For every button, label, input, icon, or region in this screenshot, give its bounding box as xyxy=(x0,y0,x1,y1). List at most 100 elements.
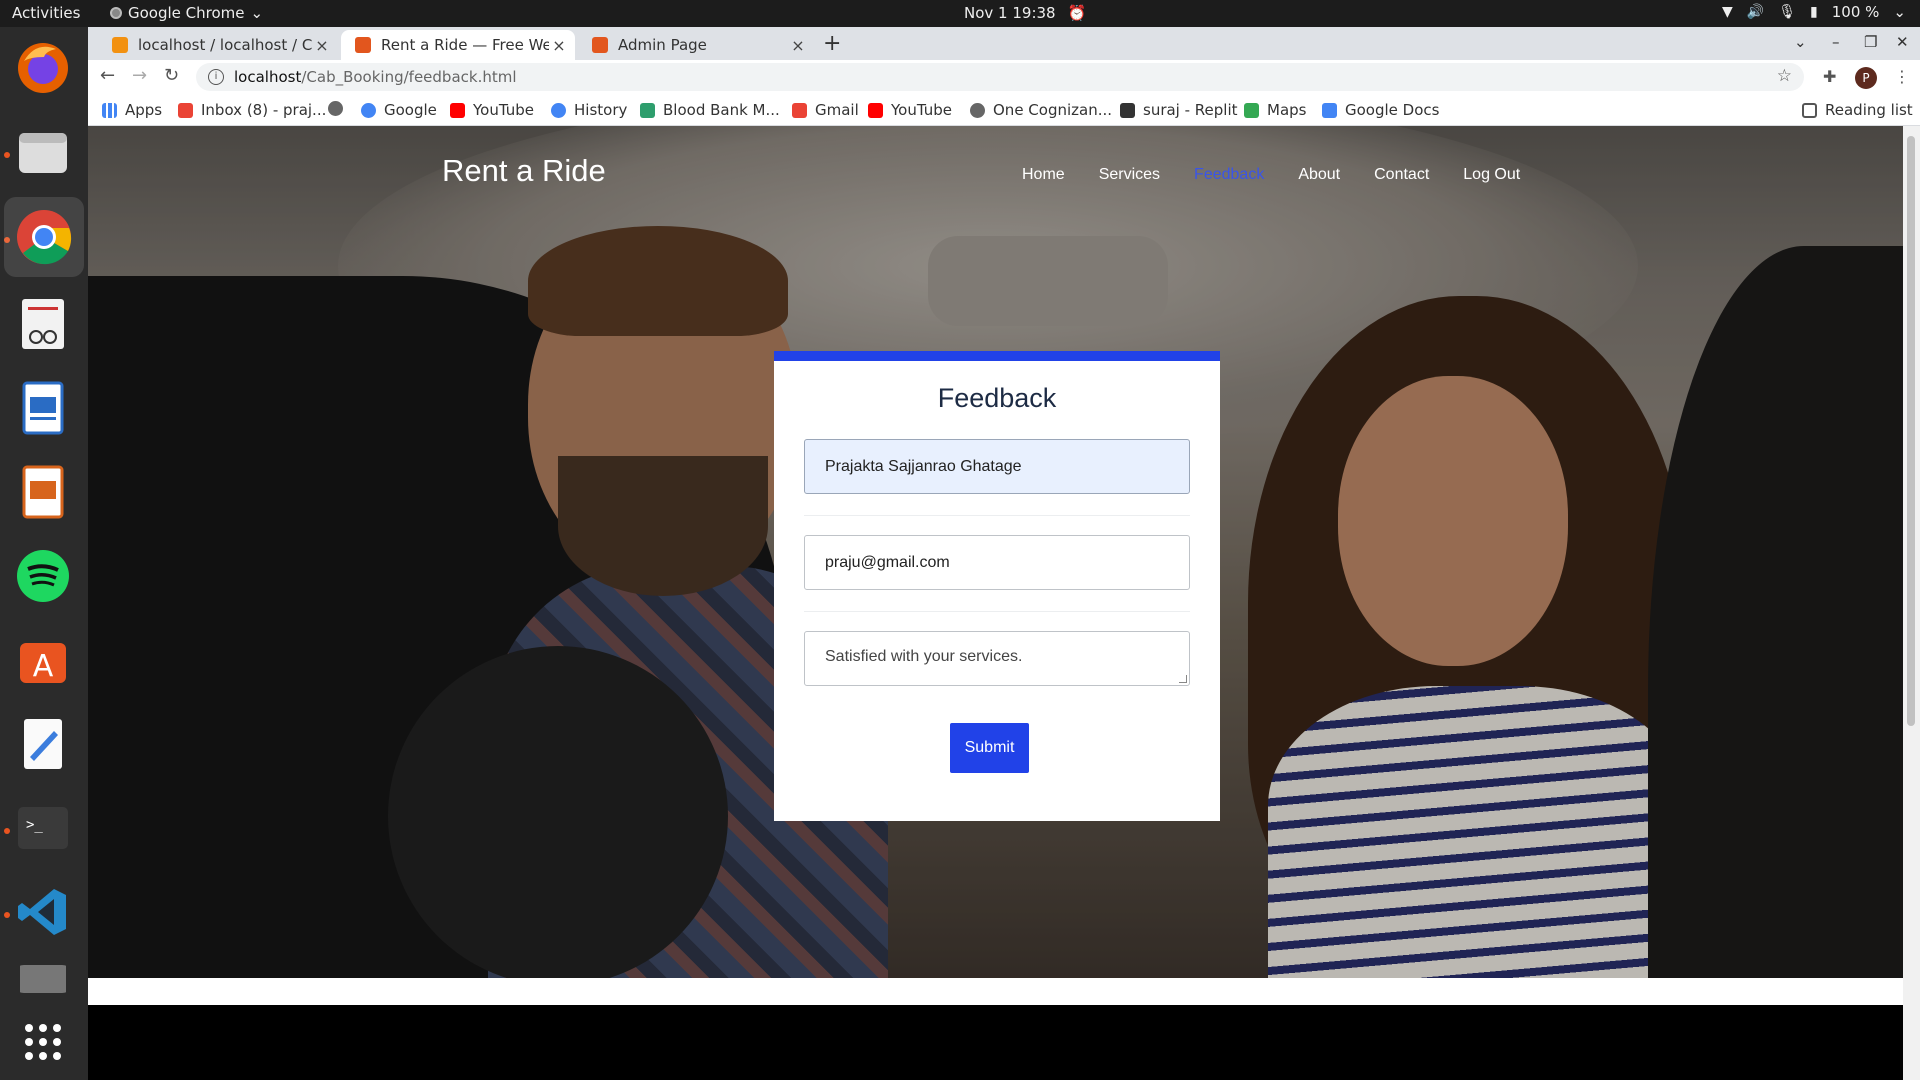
reading-list-label: Reading list xyxy=(1825,101,1913,119)
close-tab-icon[interactable]: × xyxy=(788,36,808,55)
address-bar[interactable]: i localhost/Cab_Booking/feedback.html ☆ xyxy=(196,63,1804,91)
bookmark-youtube-2[interactable]: YouTube xyxy=(868,101,952,119)
nav-contact[interactable]: Contact xyxy=(1374,166,1429,184)
globe-icon xyxy=(328,101,343,116)
bookmark-youtube[interactable]: YouTube xyxy=(450,101,534,119)
clock[interactable]: Nov 1 19:38 ⏰ xyxy=(964,4,1086,22)
page-viewport: Rent a Ride Home Services Feedback About… xyxy=(88,126,1903,1080)
system-top-bar: Activities Google Chrome ⌄ Nov 1 19:38 ⏰… xyxy=(0,0,1920,27)
activities-button[interactable]: Activities xyxy=(12,4,80,22)
chevron-down-icon: ⌄ xyxy=(250,4,264,22)
tab-title: localhost / localhost / Cab xyxy=(138,36,312,54)
system-tray[interactable]: ▼ 🔊 🎙 ▮ 100 % ⌄ xyxy=(1722,3,1906,21)
tab-search-icon[interactable]: ⌄ xyxy=(1794,33,1807,51)
bookmark-blood-bank[interactable]: Blood Bank M... xyxy=(640,101,780,119)
nav-log-out[interactable]: Log Out xyxy=(1463,166,1520,184)
reading-list-icon xyxy=(1802,102,1817,118)
bookmark-label: Inbox (8) - praj... xyxy=(201,101,327,119)
partial-dock-icon[interactable] xyxy=(12,965,74,993)
submit-button[interactable]: Submit xyxy=(950,723,1029,773)
bookmark-cognizant[interactable]: One Cognizan... xyxy=(970,101,1112,119)
bookmark-google-docs[interactable]: Google Docs xyxy=(1322,101,1439,119)
name-field[interactable]: Prajakta Sajjanrao Ghatage xyxy=(804,439,1190,494)
bookmark-label: Maps xyxy=(1267,101,1307,119)
app-menu-label: Google Chrome xyxy=(128,4,245,22)
bookmark-label: History xyxy=(574,101,628,119)
extensions-icon[interactable]: ✚ xyxy=(1823,67,1836,86)
svg-text:>_: >_ xyxy=(26,817,43,833)
bookmark-gmail[interactable]: Gmail xyxy=(792,101,859,119)
divider xyxy=(804,515,1190,516)
new-tab-button[interactable]: + xyxy=(823,31,841,56)
app-menu[interactable]: Google Chrome ⌄ xyxy=(110,4,263,22)
menu-kebab-icon[interactable]: ⋮ xyxy=(1894,67,1910,86)
maps-icon xyxy=(1244,102,1259,118)
bookmark-label: Gmail xyxy=(815,101,859,119)
bookmark-history[interactable]: History xyxy=(551,101,627,119)
tab-phpmyadmin[interactable]: localhost / localhost / Cab × xyxy=(98,30,338,60)
nav-about[interactable]: About xyxy=(1298,166,1340,184)
history-icon xyxy=(551,102,566,118)
terminal-dock-icon[interactable]: >_ xyxy=(12,797,74,859)
document-viewer-dock-icon[interactable] xyxy=(12,293,74,355)
minimize-icon[interactable]: – xyxy=(1832,33,1840,51)
reload-icon[interactable]: ↻ xyxy=(164,65,179,86)
tab-rent-a-ride[interactable]: Rent a Ride — Free Websi × xyxy=(341,30,575,60)
chrome-dock-icon[interactable] xyxy=(4,197,84,277)
reading-list-button[interactable]: Reading list xyxy=(1802,101,1913,119)
bookmark-inbox[interactable]: Inbox (8) - praj... xyxy=(178,101,326,119)
bookmark-star-icon[interactable]: ☆ xyxy=(1777,66,1792,86)
nav-home[interactable]: Home xyxy=(1022,166,1065,184)
bookmark-maps[interactable]: Maps xyxy=(1244,101,1306,119)
site-nav: Home Services Feedback About Contact Log… xyxy=(1022,166,1520,184)
close-window-icon[interactable]: ✕ xyxy=(1896,33,1909,51)
bookmark-apps[interactable]: Apps xyxy=(102,101,162,119)
microphone-icon: 🎙 xyxy=(1778,4,1797,20)
nav-feedback[interactable]: Feedback xyxy=(1194,166,1264,184)
scrollbar-thumb[interactable] xyxy=(1907,136,1915,726)
bloodbank-icon xyxy=(640,102,655,118)
forward-icon[interactable]: → xyxy=(132,65,147,86)
firefox-dock-icon[interactable] xyxy=(12,37,74,99)
profile-avatar[interactable]: P xyxy=(1855,67,1877,89)
files-dock-icon[interactable] xyxy=(12,121,74,183)
show-applications-icon[interactable] xyxy=(12,1011,74,1073)
bookmark-globe[interactable] xyxy=(328,101,351,116)
bookmark-label: suraj - Replit xyxy=(1143,101,1238,119)
bookmark-label: YouTube xyxy=(473,101,534,119)
nav-services[interactable]: Services xyxy=(1099,166,1160,184)
software-center-dock-icon[interactable]: A xyxy=(12,629,74,691)
message-textarea[interactable]: Satisfied with your services. xyxy=(804,631,1190,686)
bookmark-label: Apps xyxy=(125,101,163,119)
hero-background-image: Rent a Ride Home Services Feedback About… xyxy=(88,126,1903,978)
site-favicon-icon xyxy=(355,37,371,53)
gmail-icon xyxy=(178,102,193,118)
resize-handle-icon[interactable] xyxy=(1179,675,1187,683)
bookmark-replit[interactable]: suraj - Replit xyxy=(1120,101,1238,119)
close-tab-icon[interactable]: × xyxy=(312,36,332,55)
bookmark-google[interactable]: Google xyxy=(361,101,437,119)
tab-strip: localhost / localhost / Cab × Rent a Rid… xyxy=(88,27,1920,60)
email-field[interactable]: praju@gmail.com xyxy=(804,535,1190,590)
feedback-title: Feedback xyxy=(937,383,1057,413)
running-indicator xyxy=(4,828,10,834)
back-icon[interactable]: ← xyxy=(100,65,115,86)
writer-dock-icon[interactable] xyxy=(12,377,74,439)
text-editor-dock-icon[interactable] xyxy=(12,713,74,775)
gmail-icon xyxy=(792,102,807,118)
page-footer-strip xyxy=(88,978,1903,1005)
vscode-dock-icon[interactable] xyxy=(12,881,74,943)
site-info-icon[interactable]: i xyxy=(208,69,224,85)
tab-admin-page[interactable]: Admin Page × xyxy=(578,30,814,60)
url-host: localhost xyxy=(234,68,302,86)
bookmark-label: Google Docs xyxy=(1345,101,1440,119)
url-path: /Cab_Booking/feedback.html xyxy=(301,68,517,86)
spotify-dock-icon[interactable] xyxy=(12,545,74,607)
impress-dock-icon[interactable] xyxy=(12,461,74,523)
page-scrollbar[interactable] xyxy=(1903,126,1920,1080)
site-logo[interactable]: Rent a Ride xyxy=(442,153,606,189)
close-tab-icon[interactable]: × xyxy=(549,36,569,55)
restore-icon[interactable]: ❐ xyxy=(1864,33,1877,51)
wifi-icon: ▼ xyxy=(1722,4,1733,20)
feedback-card: Feedback Prajakta Sajjanrao Ghatage praj… xyxy=(774,351,1220,821)
